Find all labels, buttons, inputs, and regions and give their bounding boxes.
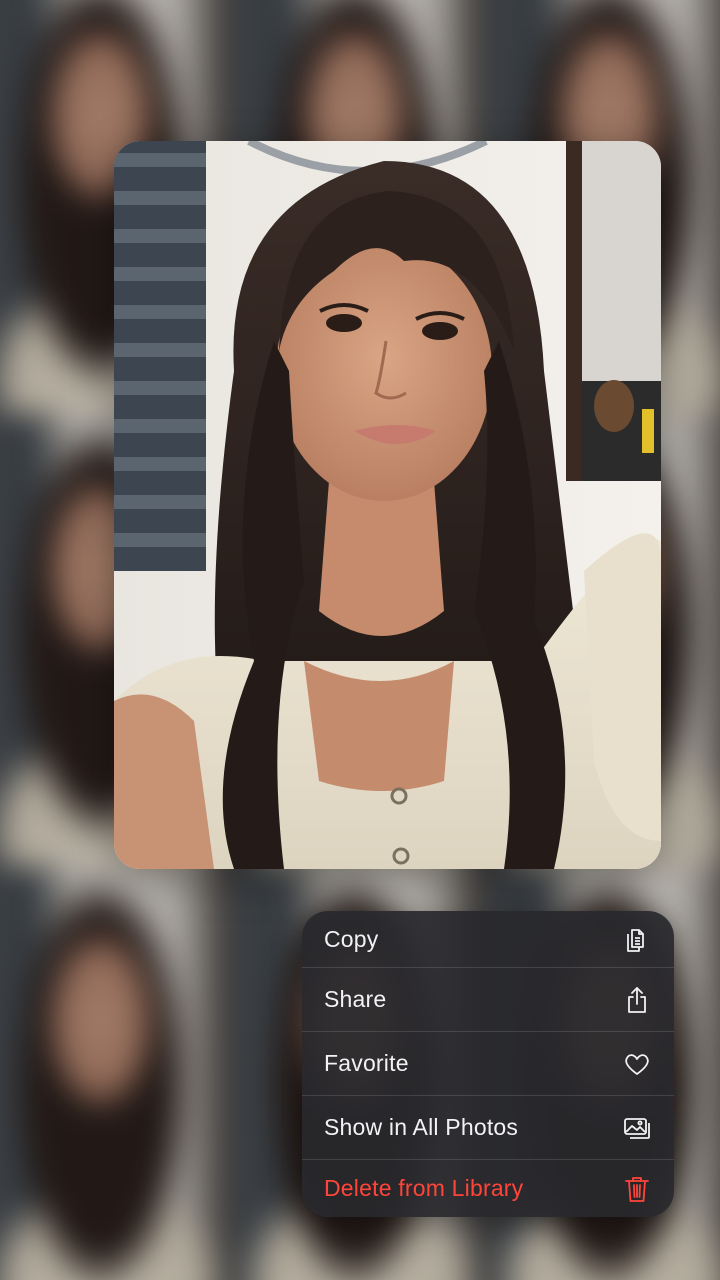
menu-item-delete-from-library[interactable]: Delete from Library	[302, 1160, 674, 1217]
selfie-photo-image	[114, 141, 661, 869]
heart-icon	[622, 1049, 652, 1079]
photo-library-icon	[622, 1113, 652, 1143]
menu-item-label: Favorite	[324, 1050, 409, 1076]
share-icon	[622, 985, 652, 1015]
menu-item-label: Delete from Library	[324, 1175, 524, 1201]
copy-icon	[622, 924, 652, 954]
menu-item-label: Show in All Photos	[324, 1114, 519, 1140]
menu-item-show-in-all-photos[interactable]: Show in All Photos	[302, 1096, 674, 1160]
photo-context-menu: Copy Share Favorite Show in All Photos D…	[302, 911, 674, 1217]
menu-item-copy[interactable]: Copy	[302, 911, 674, 968]
trash-icon	[622, 1174, 652, 1204]
menu-item-favorite[interactable]: Favorite	[302, 1032, 674, 1096]
menu-item-label: Copy	[324, 925, 379, 952]
menu-item-share[interactable]: Share	[302, 968, 674, 1032]
menu-item-label: Share	[324, 986, 387, 1012]
photo-preview[interactable]	[114, 141, 661, 869]
